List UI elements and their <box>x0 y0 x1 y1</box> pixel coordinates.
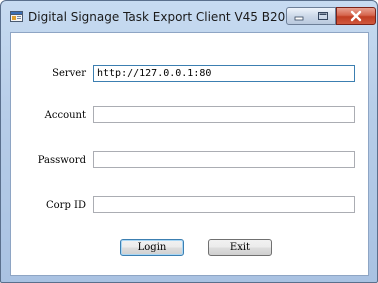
maximize-icon <box>318 12 328 20</box>
close-icon <box>350 10 362 22</box>
exit-button[interactable]: Exit <box>208 239 272 256</box>
account-input[interactable] <box>93 106 355 123</box>
minimize-button[interactable] <box>286 7 312 25</box>
maximize-button[interactable] <box>311 7 336 25</box>
server-label: Server <box>52 68 86 79</box>
account-label: Account <box>44 110 86 121</box>
close-button[interactable] <box>336 7 376 25</box>
minimize-icon <box>294 16 304 21</box>
caption-buttons <box>286 7 376 26</box>
title-bar[interactable]: Digital Signage Task Export Client V45 B… <box>1 1 377 31</box>
form-panel: Server http://127.0.0.1:80 Account Passw… <box>10 32 369 276</box>
app-window-icon <box>10 11 23 22</box>
app-window: Digital Signage Task Export Client V45 B… <box>0 0 378 283</box>
server-input[interactable]: http://127.0.0.1:80 <box>93 65 355 82</box>
window-title: Digital Signage Task Export Client V45 B… <box>28 10 328 24</box>
login-button[interactable]: Login <box>120 239 184 256</box>
corp-id-label: Corp ID <box>46 200 86 211</box>
password-input[interactable] <box>93 151 355 168</box>
password-label: Password <box>37 155 86 166</box>
corp-id-input[interactable] <box>93 196 355 213</box>
